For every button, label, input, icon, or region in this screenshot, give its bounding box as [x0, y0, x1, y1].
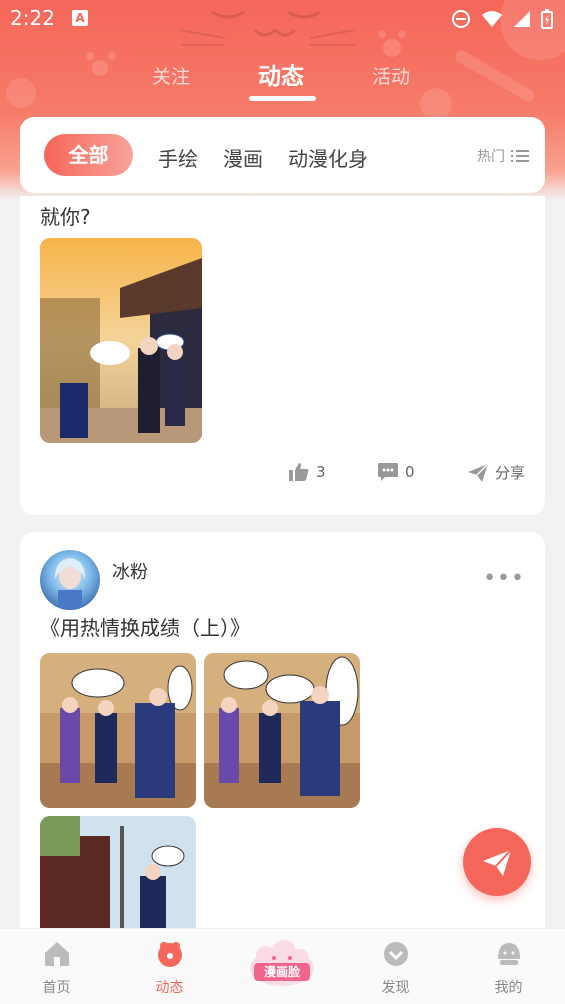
discover-icon: [384, 942, 408, 966]
category-filter-bar: 全部 手绘 漫画 动漫化身 热门: [20, 117, 545, 193]
username[interactable]: 冰粉: [112, 558, 148, 584]
post-card: 就你? 3 0 分享: [20, 196, 545, 515]
post-image[interactable]: [40, 238, 202, 443]
nav-home[interactable]: 首页: [0, 929, 113, 1004]
comment-icon: [378, 463, 398, 481]
post-text: 就你?: [40, 205, 91, 229]
nav-label: 发现: [381, 980, 410, 996]
sort-label: 热门: [477, 149, 505, 165]
share-button[interactable]: 分享: [467, 462, 525, 483]
post-image[interactable]: [40, 653, 196, 808]
send-icon: [468, 462, 489, 482]
profile-icon: [498, 943, 520, 965]
nav-discover[interactable]: 发现: [339, 929, 452, 1004]
filter-comic[interactable]: 漫画: [223, 143, 263, 172]
filter-anime-avatar[interactable]: 动漫化身: [288, 143, 368, 172]
tab-follow[interactable]: 关注: [152, 62, 190, 89]
like-button[interactable]: 3: [288, 462, 326, 482]
nav-label: 首页: [42, 980, 71, 996]
comic-face-label: 漫画脸: [254, 963, 310, 981]
avatar[interactable]: [40, 550, 100, 610]
comment-button[interactable]: 0: [377, 462, 415, 482]
active-tab-indicator: [249, 96, 316, 101]
sort-hot-button[interactable]: 热门: [477, 146, 529, 166]
status-bar: 2:22 A: [0, 0, 565, 38]
status-time: 2:22: [10, 6, 55, 30]
filter-hand-drawn[interactable]: 手绘: [158, 143, 198, 172]
nav-feed[interactable]: 动态: [113, 929, 226, 1004]
share-label: 分享: [495, 464, 526, 482]
comic-face-button[interactable]: 漫画脸: [246, 940, 318, 988]
comment-count: 0: [405, 463, 415, 481]
nav-profile[interactable]: 我的: [452, 929, 565, 1004]
filter-all-button[interactable]: 全部: [44, 134, 133, 176]
list-icon: [511, 150, 529, 162]
wifi-icon: [482, 11, 502, 27]
notification-a-icon: A: [72, 10, 88, 26]
post-image[interactable]: [204, 653, 360, 808]
do-not-disturb-icon: [452, 10, 470, 28]
battery-icon: [541, 9, 553, 29]
nav-label: 动态: [155, 980, 184, 996]
feed-icon: [158, 942, 182, 967]
like-count: 3: [316, 463, 326, 481]
post-text: 《用热情换成绩（上）》: [40, 616, 250, 640]
thumbs-up-icon: [289, 463, 309, 481]
top-tabs: 关注 动态 活动: [0, 52, 565, 102]
signal-icon: [514, 11, 530, 27]
paper-plane-icon: [483, 849, 512, 876]
more-options-icon[interactable]: •••: [483, 566, 525, 591]
create-post-button[interactable]: [463, 828, 531, 896]
home-icon: [45, 942, 69, 966]
tab-activity[interactable]: 活动: [372, 62, 410, 89]
nav-label: 我的: [494, 980, 523, 996]
tab-feed[interactable]: 动态: [258, 57, 304, 91]
